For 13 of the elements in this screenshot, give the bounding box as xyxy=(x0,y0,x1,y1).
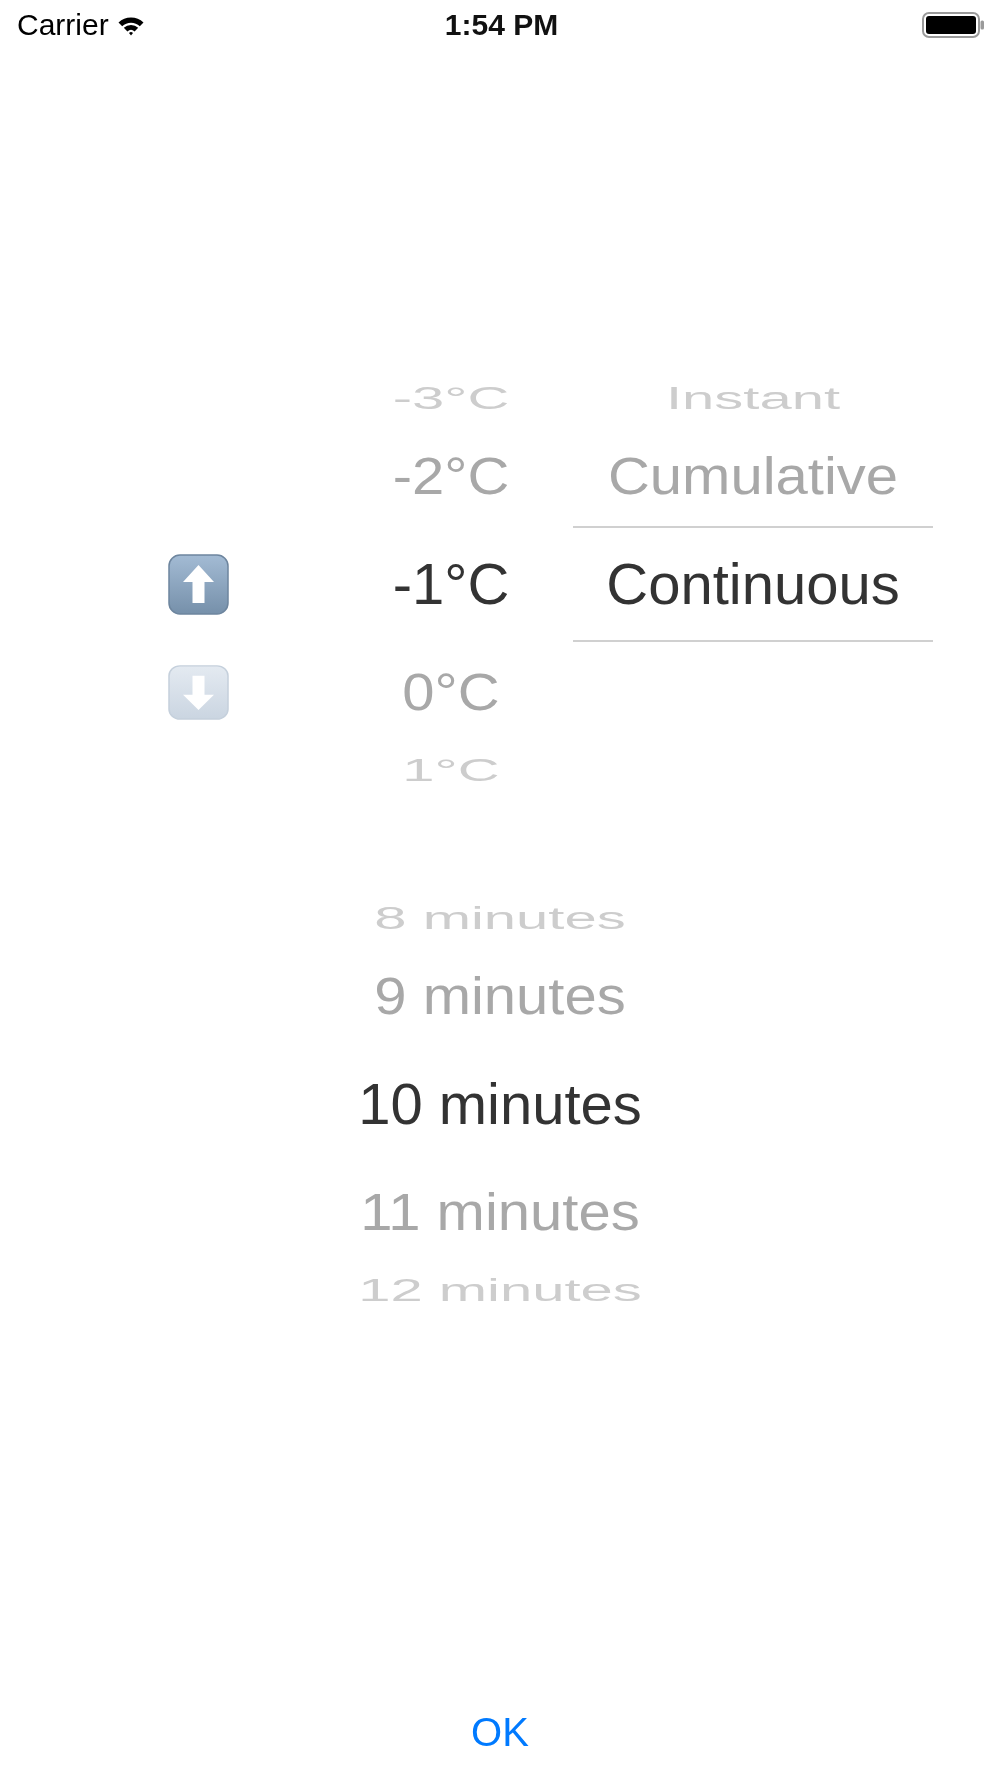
picker-option[interactable]: -1°C xyxy=(392,555,510,613)
picker-option[interactable]: 9 minutes xyxy=(374,969,626,1023)
picker-option[interactable]: 0°C xyxy=(402,665,500,719)
picker-option[interactable]: -2°C xyxy=(392,449,510,503)
ok-button[interactable]: OK xyxy=(456,1701,544,1763)
wifi-icon xyxy=(116,14,145,36)
picker-option[interactable]: Continuous xyxy=(606,555,900,613)
picker-option[interactable]: 10 minutes xyxy=(358,1075,642,1133)
carrier-label: Carrier xyxy=(17,10,109,40)
clock-time: 1:54 PM xyxy=(444,10,559,40)
battery-icon xyxy=(922,12,986,38)
picker-option[interactable]: 11 minutes xyxy=(360,1185,640,1239)
picker-option[interactable]: Cumulative xyxy=(607,449,899,503)
